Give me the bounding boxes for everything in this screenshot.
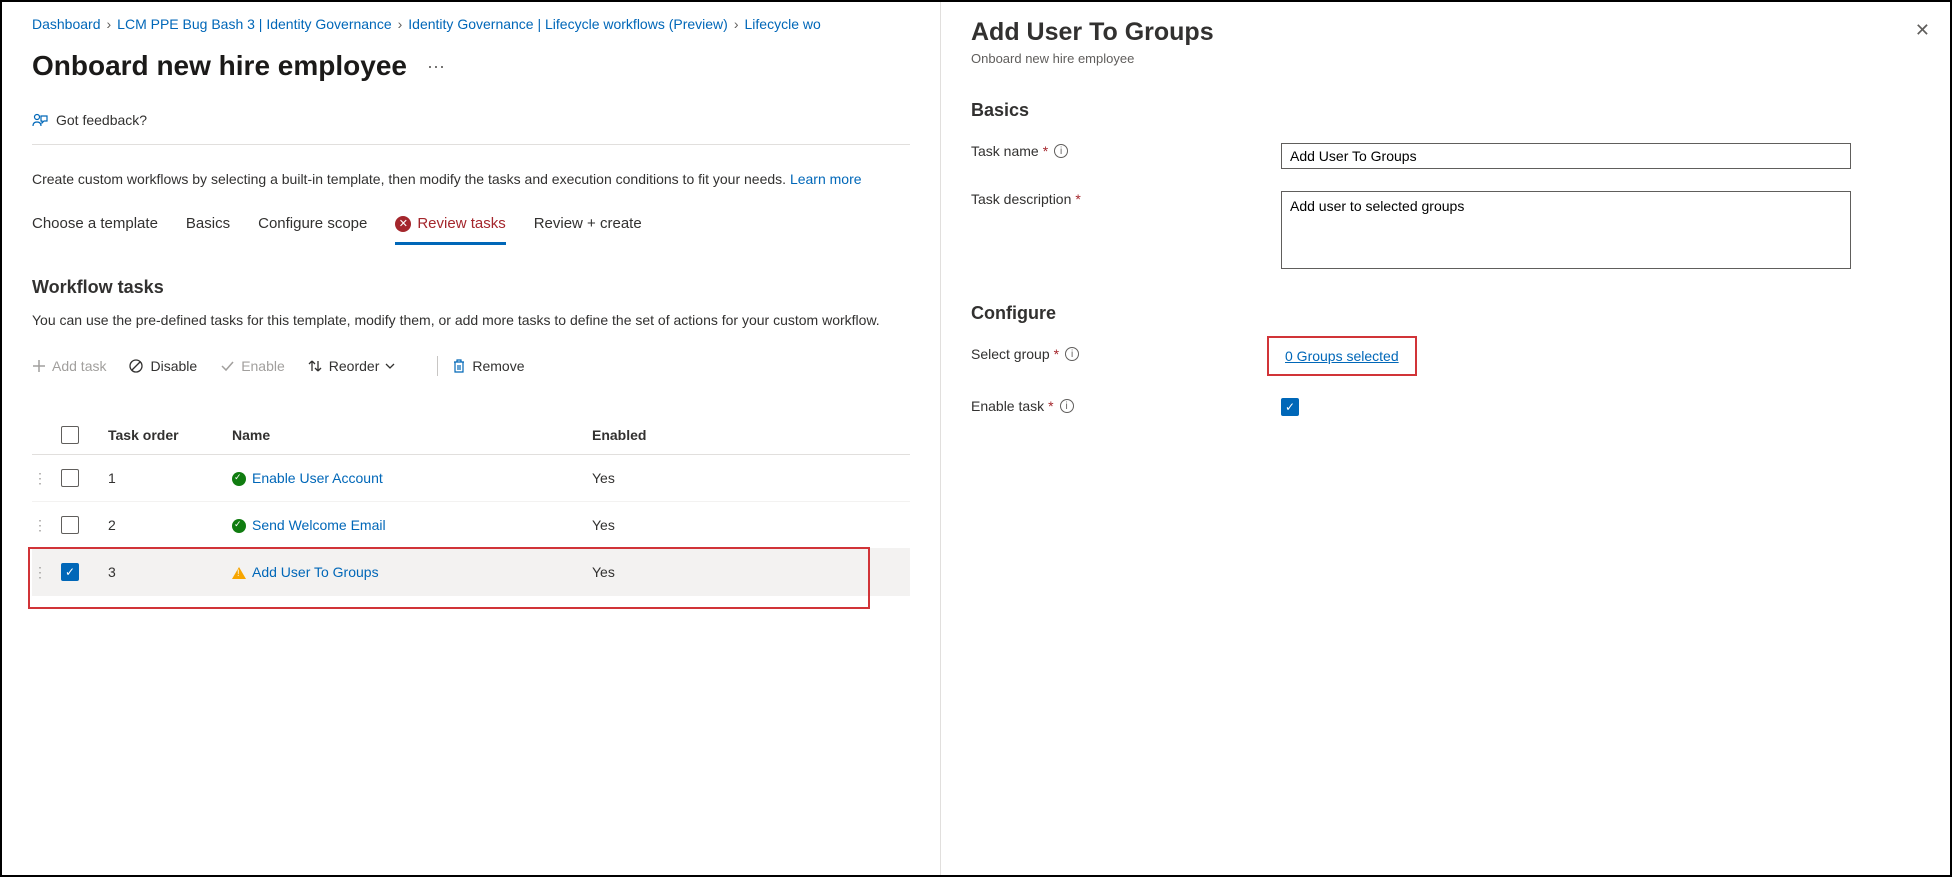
enable-task-checkbox[interactable] <box>1281 398 1299 416</box>
task-order: 3 <box>92 564 232 580</box>
col-header-name[interactable]: Name <box>232 427 592 443</box>
more-icon[interactable]: ··· <box>427 56 445 77</box>
task-description-input[interactable]: Add user to selected groups <box>1281 191 1851 269</box>
row-checkbox[interactable] <box>61 516 79 534</box>
col-header-enabled[interactable]: Enabled <box>592 427 910 443</box>
required-icon: * <box>1048 398 1053 414</box>
required-icon: * <box>1054 346 1059 362</box>
info-icon[interactable]: i <box>1060 399 1074 413</box>
panel-subtitle: Onboard new hire employee <box>971 51 1920 66</box>
error-icon: ✕ <box>395 216 411 232</box>
row-checkbox[interactable] <box>61 563 79 581</box>
info-icon[interactable]: i <box>1065 347 1079 361</box>
section-heading: Workflow tasks <box>32 277 910 298</box>
tab-review-create[interactable]: Review + create <box>534 205 642 242</box>
task-name-label: Task name* i <box>971 143 1281 159</box>
remove-button[interactable]: Remove <box>452 358 524 374</box>
drag-handle-icon[interactable]: ⋮ <box>33 569 47 575</box>
success-icon <box>232 472 246 486</box>
table-row[interactable]: ⋮ 1 Enable User Account Yes <box>32 455 910 502</box>
breadcrumb-link[interactable]: Dashboard <box>32 16 101 32</box>
plus-icon <box>32 359 46 373</box>
close-button[interactable]: ✕ <box>1915 20 1930 41</box>
trash-icon <box>452 358 466 374</box>
section-desc: You can use the pre-defined tasks for th… <box>32 312 910 328</box>
chevron-right-icon: › <box>107 16 112 32</box>
intro-text: Create custom workflows by selecting a b… <box>32 171 910 187</box>
chevron-down-icon <box>385 361 395 371</box>
task-name-link[interactable]: Add User To Groups <box>252 564 379 580</box>
disable-icon <box>128 358 144 374</box>
check-icon <box>219 358 235 374</box>
groups-selected-link[interactable]: 0 Groups selected <box>1285 348 1399 364</box>
success-icon <box>232 519 246 533</box>
enable-task-label: Enable task* i <box>971 398 1281 414</box>
configure-heading: Configure <box>971 303 1920 324</box>
toolbar: Add task Disable Enable Reorder Remove <box>32 356 910 376</box>
required-icon: * <box>1043 143 1048 159</box>
tab-choose-template[interactable]: Choose a template <box>32 205 158 242</box>
tasks-table: Task order Name Enabled ⋮ 1 Enable User … <box>32 416 910 596</box>
page-title: Onboard new hire employee <box>32 50 407 82</box>
tab-basics[interactable]: Basics <box>186 205 230 242</box>
info-icon[interactable]: i <box>1054 144 1068 158</box>
add-task-button[interactable]: Add task <box>32 358 106 374</box>
reorder-button[interactable]: Reorder <box>307 358 402 374</box>
breadcrumb-link[interactable]: LCM PPE Bug Bash 3 | Identity Governance <box>117 16 391 32</box>
feedback-button[interactable]: Got feedback? <box>32 112 910 128</box>
task-order: 2 <box>92 517 232 533</box>
select-all-checkbox[interactable] <box>61 426 79 444</box>
tab-review-tasks[interactable]: ✕ Review tasks <box>395 205 505 242</box>
panel-title: Add User To Groups <box>971 18 1920 47</box>
task-name-input[interactable] <box>1281 143 1851 169</box>
separator <box>437 356 438 376</box>
chevron-right-icon: › <box>398 16 403 32</box>
breadcrumb: Dashboard › LCM PPE Bug Bash 3 | Identit… <box>32 16 910 32</box>
feedback-icon <box>32 112 48 128</box>
col-header-order[interactable]: Task order <box>92 427 232 443</box>
task-enabled: Yes <box>592 564 910 580</box>
required-icon: * <box>1075 191 1080 207</box>
detail-panel: ✕ Add User To Groups Onboard new hire em… <box>940 2 1950 875</box>
learn-more-link[interactable]: Learn more <box>790 171 862 187</box>
drag-handle-icon[interactable]: ⋮ <box>33 475 47 481</box>
breadcrumb-link[interactable]: Identity Governance | Lifecycle workflow… <box>408 16 728 32</box>
highlight-box: 0 Groups selected <box>1267 336 1417 376</box>
table-row[interactable]: ⋮ 3 Add User To Groups Yes <box>32 549 910 596</box>
task-enabled: Yes <box>592 517 910 533</box>
enable-button[interactable]: Enable <box>219 358 285 374</box>
tabs: Choose a template Basics Configure scope… <box>32 205 910 243</box>
task-description-label: Task description* <box>971 191 1281 207</box>
task-name-link[interactable]: Send Welcome Email <box>252 517 386 533</box>
reorder-icon <box>307 358 323 374</box>
chevron-right-icon: › <box>734 16 739 32</box>
basics-heading: Basics <box>971 100 1920 121</box>
row-checkbox[interactable] <box>61 469 79 487</box>
drag-handle-icon[interactable]: ⋮ <box>33 522 47 528</box>
tab-label: Review tasks <box>417 215 505 232</box>
task-order: 1 <box>92 470 232 486</box>
breadcrumb-link[interactable]: Lifecycle wo <box>745 16 821 32</box>
feedback-label: Got feedback? <box>56 112 147 128</box>
tab-configure-scope[interactable]: Configure scope <box>258 205 367 242</box>
divider <box>32 144 910 145</box>
table-row[interactable]: ⋮ 2 Send Welcome Email Yes <box>32 502 910 549</box>
task-name-link[interactable]: Enable User Account <box>252 470 383 486</box>
warning-icon <box>232 567 246 579</box>
task-enabled: Yes <box>592 470 910 486</box>
select-group-label: Select group* i <box>971 346 1281 362</box>
disable-button[interactable]: Disable <box>128 358 197 374</box>
